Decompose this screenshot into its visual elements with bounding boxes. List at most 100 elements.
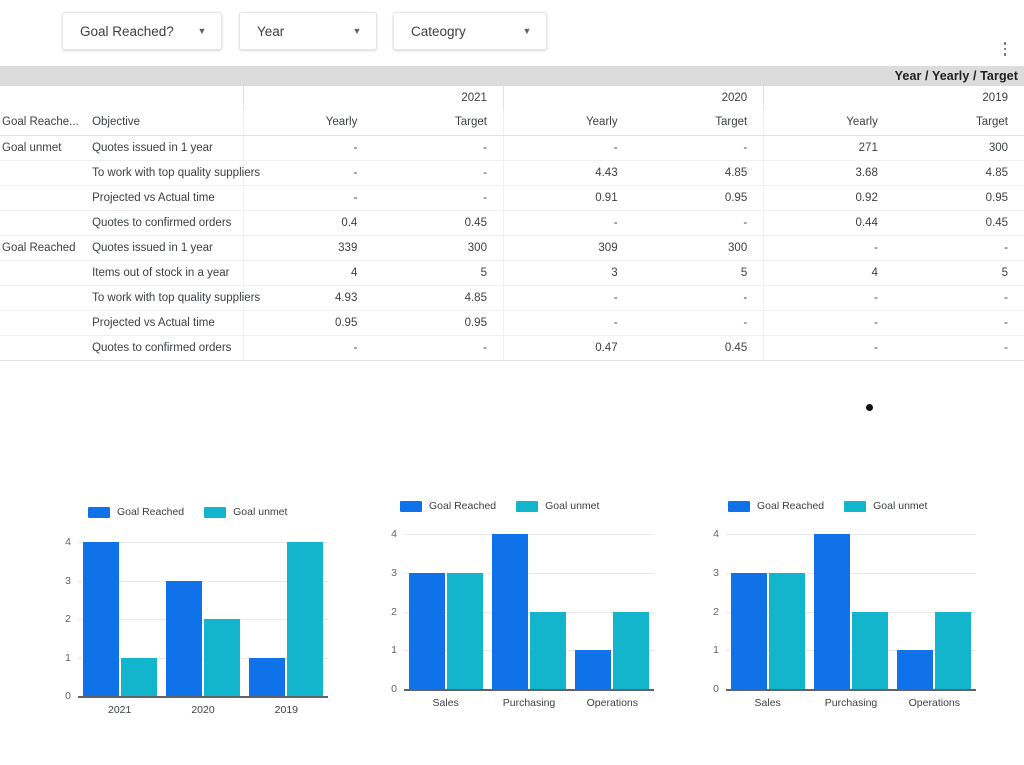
chart-bar[interactable] bbox=[897, 650, 934, 689]
more-dot bbox=[1003, 42, 1007, 45]
pivot-table-band-title: Year / Yearly / Target bbox=[894, 69, 1018, 83]
cell-value: 0.91 bbox=[502, 185, 634, 211]
cell-goal-group bbox=[0, 310, 80, 336]
chart-bar[interactable] bbox=[768, 572, 805, 689]
cell-value: - bbox=[242, 160, 374, 186]
chart-by-category-a[interactable]: Goal Reached Goal unmet 0 1 2 3 4 Sales Purchasi… bbox=[378, 498, 668, 718]
chevron-down-icon[interactable]: ▼ bbox=[518, 26, 536, 36]
chart-bar[interactable] bbox=[166, 580, 202, 696]
pivot-measure-yearly: Yearly bbox=[763, 110, 894, 136]
filter-year-label: Year bbox=[257, 23, 285, 39]
cell-value: 3.68 bbox=[763, 160, 894, 186]
chart-by-category-b[interactable]: Goal Reached Goal unmet 0 1 2 3 4 Sales Purchasi… bbox=[700, 498, 990, 718]
cell-value: - bbox=[502, 285, 634, 311]
table-row[interactable]: Goal unmet Quotes issued in 1 year - - - -271… bbox=[0, 135, 1024, 161]
cell-value: - bbox=[502, 310, 634, 336]
cell-value: 309 bbox=[502, 235, 634, 261]
cell-value: - bbox=[633, 210, 764, 236]
chart-bar[interactable] bbox=[575, 650, 612, 689]
chart-bar[interactable] bbox=[492, 534, 528, 689]
cell-goal-group: Goal unmet bbox=[0, 135, 80, 161]
chart-bar[interactable] bbox=[446, 572, 483, 689]
chart-bar[interactable] bbox=[249, 657, 286, 696]
chart-ytick-label: 3 bbox=[713, 566, 719, 579]
chart-gridline bbox=[404, 534, 654, 535]
cell-value: 0.45 bbox=[633, 335, 764, 361]
cell-value: 4.85 bbox=[893, 160, 1024, 186]
chart-ytick-label: 2 bbox=[391, 605, 397, 618]
pivot-table-band: Year / Yearly / Target bbox=[0, 66, 1024, 86]
cell-goal-group bbox=[0, 260, 80, 286]
chart-bar[interactable] bbox=[287, 542, 324, 696]
chart-bar[interactable] bbox=[730, 572, 767, 689]
legend-swatch bbox=[844, 500, 867, 512]
cell-value: - bbox=[763, 285, 894, 311]
filter-goal-reached[interactable]: Goal Reached? ▼ bbox=[62, 12, 222, 50]
filter-year[interactable]: Year ▼ bbox=[239, 12, 377, 50]
table-row[interactable]: Projected vs Actual time - -0.91 0.95 0.92 0.… bbox=[0, 185, 1024, 211]
legend-label: Goal Reached bbox=[117, 506, 185, 518]
chart-by-year[interactable]: Goal Reached Goal unmet 0 1 2 3 4 2021 2020 2019 bbox=[46, 504, 346, 724]
table-row[interactable]: Projected vs Actual time 0.95 0.95- - - - bbox=[0, 310, 1024, 336]
chart-plot-area: 0 1 2 3 4 Sales Purchasing Operations bbox=[391, 528, 654, 709]
chart-xtick-label: Sales bbox=[754, 697, 781, 709]
chart-bar[interactable] bbox=[852, 611, 888, 689]
more-vert-icon[interactable] bbox=[997, 40, 1013, 58]
chart-bar[interactable] bbox=[408, 572, 445, 689]
legend-item[interactable]: Goal unmet bbox=[204, 506, 287, 518]
legend-label: Goal Reached bbox=[757, 500, 825, 512]
chart-bar[interactable] bbox=[814, 534, 850, 689]
cell-value: 0.95 bbox=[242, 310, 374, 336]
chart-ytick-label: 0 bbox=[391, 683, 397, 695]
legend-item[interactable]: Goal Reached bbox=[88, 506, 184, 518]
pivot-rowheader-goal: Goal Reache... bbox=[0, 110, 80, 136]
chart-bar[interactable] bbox=[120, 657, 157, 696]
table-row[interactable]: Quotes to confirmed orders 0.4 0.45- -0.44 0… bbox=[0, 210, 1024, 236]
chart-plot-area: 0 1 2 3 4 Sales Purchasing Operations bbox=[713, 528, 976, 709]
chart-bar[interactable] bbox=[204, 619, 240, 696]
filter-cateogry[interactable]: Cateogry ▼ bbox=[393, 12, 547, 50]
cell-value: 4.85 bbox=[373, 285, 504, 311]
table-row[interactable]: To work with top quality suppliers 4.93 4.… bbox=[0, 285, 1024, 311]
cell-value: 5 bbox=[633, 260, 764, 286]
chevron-down-icon[interactable]: ▼ bbox=[193, 26, 211, 36]
chart-bar[interactable] bbox=[613, 611, 650, 689]
chart-ytick-label: 4 bbox=[391, 528, 397, 540]
cell-value: 0.95 bbox=[373, 310, 504, 336]
legend-swatch bbox=[88, 506, 110, 518]
pivot-table: Year / Yearly / Target 2021 2020 2019 Goal … bbox=[0, 66, 1024, 361]
cell-objective: To work with top quality suppliers bbox=[79, 160, 260, 186]
cell-value: - bbox=[893, 285, 1024, 311]
spacer-cell bbox=[0, 86, 79, 110]
chart-bar[interactable] bbox=[82, 542, 119, 696]
chart-xtick-label: Purchasing bbox=[502, 697, 556, 709]
cell-value: 0.47 bbox=[502, 335, 634, 361]
table-row[interactable]: Quotes to confirmed orders - -0.47 0.45- - bbox=[0, 335, 1024, 361]
dashboard-page: Goal Reached? ▼ Year ▼ Cateogry ▼ Year /… bbox=[0, 0, 1024, 765]
more-dot bbox=[1003, 53, 1007, 56]
chevron-down-icon[interactable]: ▼ bbox=[348, 26, 366, 36]
cell-value: 4.93 bbox=[242, 285, 374, 311]
legend-item[interactable]: Goal Reached bbox=[400, 500, 496, 512]
chart-bar[interactable] bbox=[530, 611, 566, 689]
chart-bar[interactable] bbox=[935, 611, 972, 689]
legend-item[interactable]: Goal unmet bbox=[516, 500, 599, 512]
table-row[interactable]: Goal Reached Quotes issued in 1 year 339 30… bbox=[0, 235, 1024, 261]
legend-item[interactable]: Goal Reached bbox=[728, 500, 824, 512]
table-row[interactable]: Items out of stock in a year 4 5 3 5 4 5 bbox=[0, 260, 1024, 286]
spacer-cell bbox=[79, 86, 243, 110]
chart-xtick-label: Operations bbox=[586, 697, 639, 709]
chart-xtick-label: Purchasing bbox=[824, 697, 878, 709]
cursor-dot bbox=[866, 404, 873, 411]
cell-objective: Quotes to confirmed orders bbox=[79, 210, 244, 236]
cell-value: - bbox=[763, 310, 894, 336]
pivot-measure-yearly: Yearly bbox=[502, 110, 634, 136]
legend-label: Goal Reached bbox=[429, 500, 497, 512]
legend-item[interactable]: Goal unmet bbox=[844, 500, 927, 512]
cell-objective: Quotes issued in 1 year bbox=[79, 235, 244, 261]
cell-value: 4.85 bbox=[633, 160, 764, 186]
legend-swatch bbox=[516, 500, 539, 512]
table-row[interactable]: To work with top quality suppliers - -4.43… bbox=[0, 160, 1024, 186]
chart-gridline bbox=[726, 534, 976, 535]
chart-legend: Goal Reached Goal unmet bbox=[728, 498, 990, 514]
